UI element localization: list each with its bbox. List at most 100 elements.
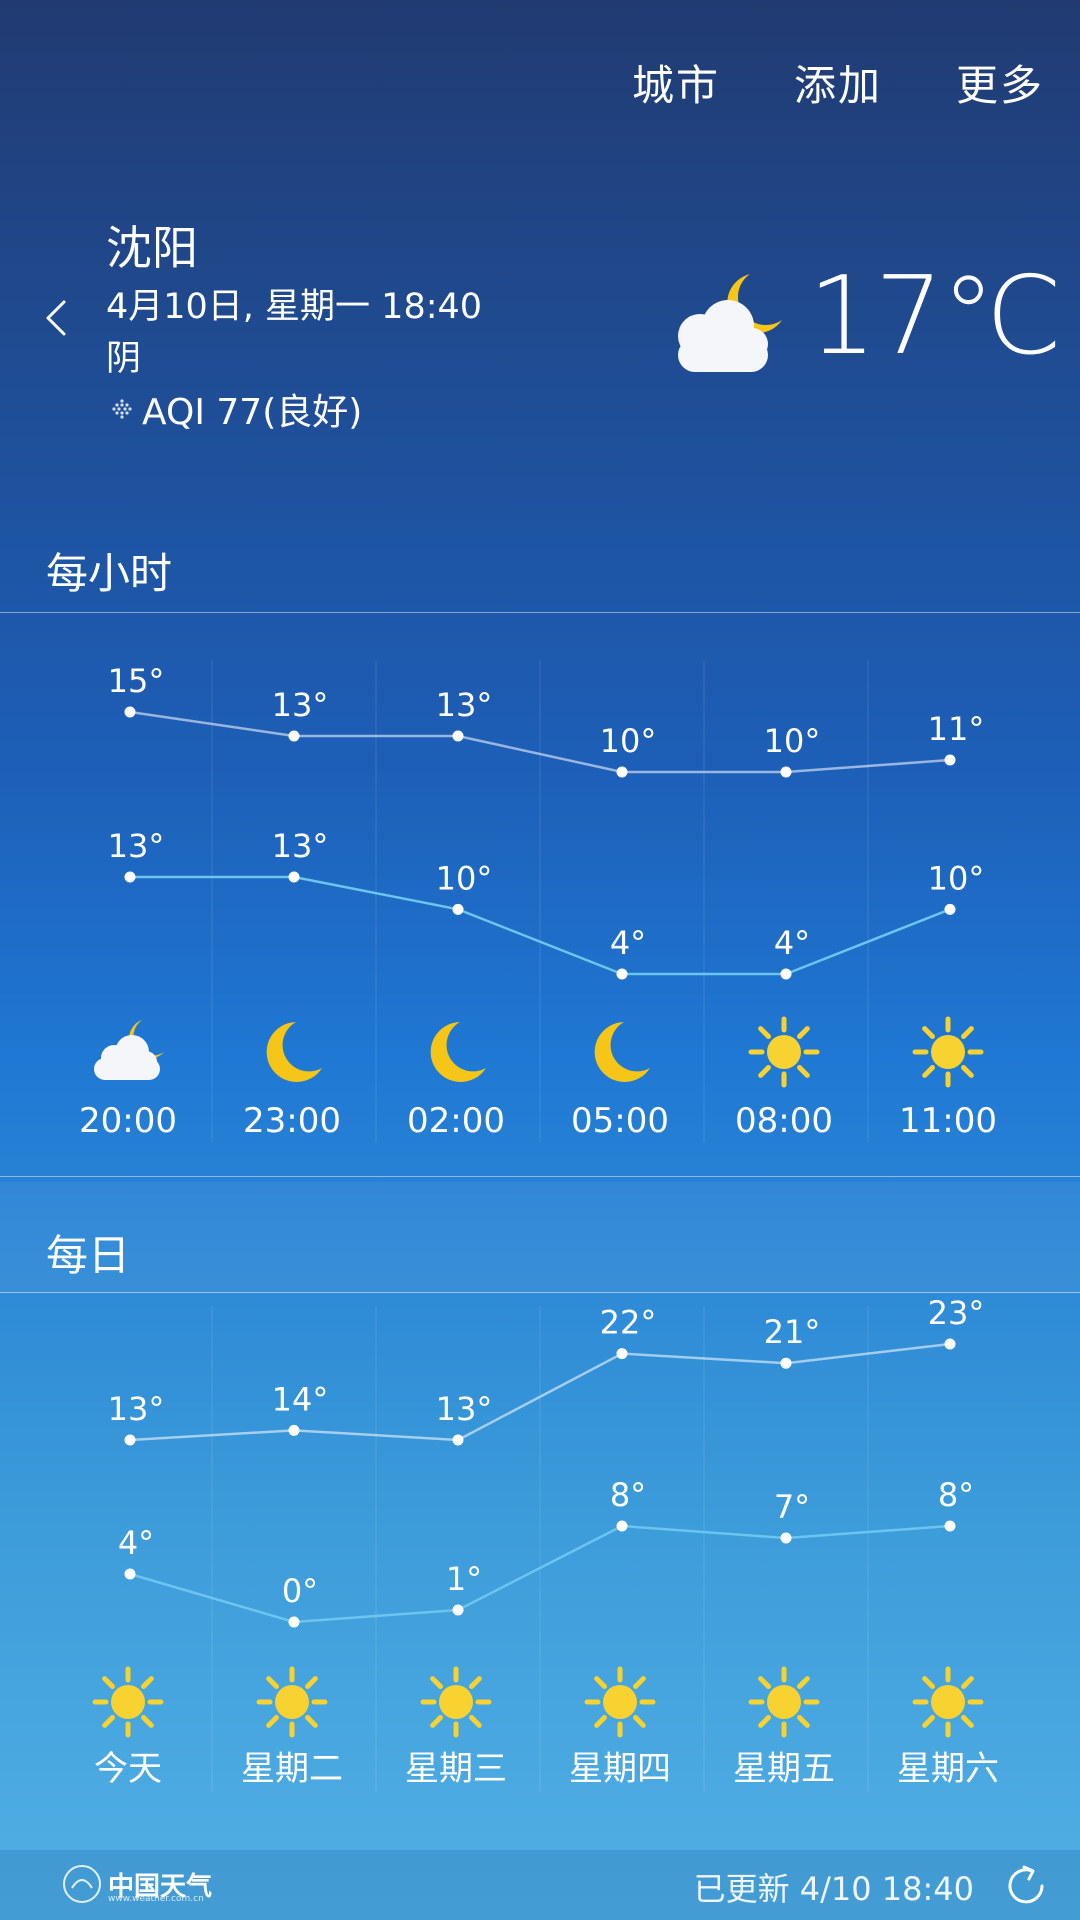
low-temp-point (124, 1568, 136, 1580)
high-temp-label: 13° (108, 1390, 165, 1428)
low-temp-point (944, 1520, 956, 1532)
city-button[interactable]: 城市 (632, 52, 720, 113)
forecast-label: 星期六 (897, 1749, 999, 1789)
hourly-chart: 15° 13° 13° 10° 10° 11° 13° 13° 10° 4° 4° 10° 20:00 2… (79, 660, 997, 1142)
sun-icon (912, 1016, 984, 1088)
high-temp-label: 13° (436, 686, 493, 724)
sun-icon (256, 1666, 328, 1738)
high-temp-point (780, 1357, 792, 1369)
weather-logo-icon (63, 1865, 101, 1903)
daily-chart: 13° 14° 13° 22° 21° 23° 4° 0° 1° 8° 7° 8° 今天 星期二 星期三 星期… (92, 1294, 999, 1792)
high-temp-point (616, 766, 628, 778)
moon-icon (266, 1022, 322, 1082)
forecast-icon-slot (748, 1666, 820, 1738)
high-temp-label: 10° (600, 722, 657, 760)
low-temp-label: 10° (928, 859, 985, 897)
forecast-icon-slot (912, 1016, 984, 1088)
high-temp-point (124, 1434, 136, 1446)
forecast-label: 23:00 (243, 1101, 341, 1141)
sun-icon (748, 1666, 820, 1738)
low-temp-point (944, 903, 956, 915)
low-temp-label: 10° (436, 859, 493, 897)
high-temp-label: 10° (764, 722, 821, 760)
moon-icon (430, 1022, 486, 1082)
aqi-dots-icon (112, 399, 132, 419)
high-temp-label: 11° (928, 710, 985, 748)
low-temp-point (288, 871, 300, 883)
forecast-label: 今天 (94, 1749, 162, 1789)
forecast-label: 02:00 (407, 1101, 505, 1141)
forecast-icon-slot (92, 1666, 164, 1738)
low-temp-label: 1° (446, 1560, 482, 1598)
add-button[interactable]: 添加 (794, 52, 882, 113)
date-time: 4月10日, 星期一 18:40 (106, 287, 483, 327)
high-temp-label: 21° (764, 1313, 821, 1351)
hourly-title: 每小时 (46, 549, 173, 598)
low-temp-point (288, 1616, 300, 1628)
forecast-icon-slot (430, 1022, 486, 1082)
low-temp-point (616, 1520, 628, 1532)
low-temp-label: 4° (118, 1524, 154, 1562)
forecast-icon-slot (748, 1016, 820, 1088)
forecast-label: 星期四 (569, 1749, 671, 1789)
high-temp-point (616, 1348, 628, 1360)
sun-icon (912, 1666, 984, 1738)
forecast-label: 05:00 (571, 1101, 669, 1141)
footer-bar: 中国天气 www.weather.com.cn 已更新 4/10 18:40 (0, 1850, 1080, 1920)
high-temp-point (944, 1338, 956, 1350)
low-temp-label: 13° (108, 827, 165, 865)
daily-header-band (0, 1182, 1080, 1294)
high-temp-point (452, 1434, 464, 1446)
high-temp-label: 13° (436, 1390, 493, 1428)
low-temp-point (124, 871, 136, 883)
high-temp-point (944, 754, 956, 766)
top-nav: 城市 添加 更多 (632, 52, 1044, 113)
high-temp-point (124, 706, 136, 718)
low-temp-point (452, 1604, 464, 1616)
forecast-label: 星期三 (405, 1749, 507, 1789)
high-temp-label: 22° (600, 1304, 657, 1342)
high-temp-point (780, 766, 792, 778)
high-temp-label: 23° (928, 1294, 985, 1332)
forecast-label: 星期五 (733, 1749, 835, 1789)
moon-icon (594, 1022, 650, 1082)
sun-icon (420, 1666, 492, 1738)
high-temp-label: 15° (108, 662, 165, 700)
forecast-icon-slot (420, 1666, 492, 1738)
high-temp-point (288, 730, 300, 742)
forecast-label: 星期二 (241, 1749, 343, 1789)
low-temp-point (616, 968, 628, 980)
current-temperature: 17℃ (808, 254, 1063, 379)
aqi-text: AQI 77(良好) (142, 392, 363, 433)
low-temp-point (452, 903, 464, 915)
forecast-icon-slot (266, 1022, 322, 1082)
high-temp-point (452, 730, 464, 742)
low-temp-label: 8° (610, 1476, 646, 1514)
refresh-icon[interactable] (1002, 1862, 1050, 1910)
low-temp-point (780, 1532, 792, 1544)
aqi-indicator[interactable]: AQI 77(良好) (110, 383, 362, 435)
sun-icon (92, 1666, 164, 1738)
cloud-moon-icon (94, 1020, 164, 1080)
low-temp-point (780, 968, 792, 980)
city-name: 沈阳 (106, 221, 198, 275)
weather-condition: 阴 (106, 339, 142, 379)
updated-time: 已更新 4/10 18:40 (693, 1870, 974, 1908)
low-temp-label: 7° (774, 1488, 810, 1526)
daily-title: 每日 (46, 1231, 131, 1280)
forecast-icon-slot (912, 1666, 984, 1738)
low-temp-label: 0° (282, 1572, 318, 1610)
forecast-label: 20:00 (79, 1101, 177, 1141)
back-chevron-icon[interactable] (42, 298, 72, 338)
forecast-icon-slot (594, 1022, 650, 1082)
forecast-label: 08:00 (735, 1101, 833, 1141)
more-button[interactable]: 更多 (956, 52, 1044, 113)
logo-subtext: www.weather.com.cn (108, 1894, 204, 1904)
high-temp-label: 14° (272, 1380, 329, 1418)
low-temp-label: 4° (774, 924, 810, 962)
low-temp-label: 13° (272, 827, 329, 865)
logo: 中国天气 www.weather.com.cn (62, 1864, 212, 1904)
forecast-icon-slot (94, 1020, 164, 1080)
hourly-divider-bottom (0, 1176, 1080, 1177)
forecast-label: 11:00 (899, 1101, 997, 1141)
